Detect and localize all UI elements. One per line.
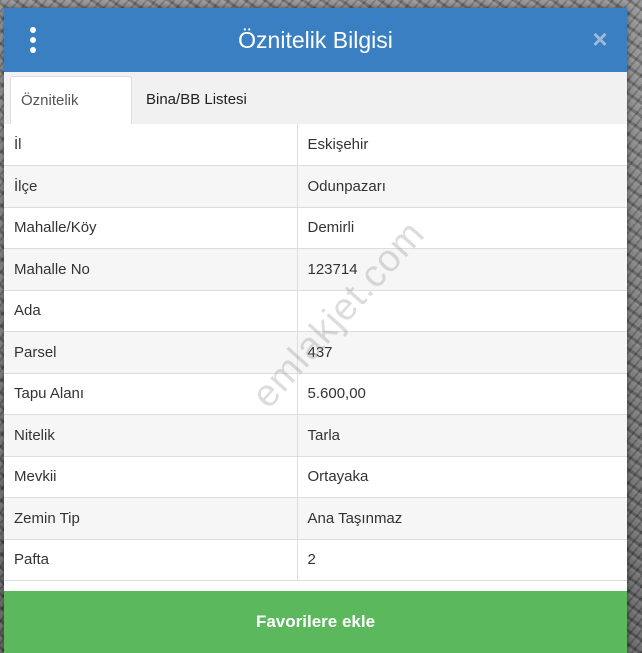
attribute-table: İl Eskişehir İlçe Odunpazarı Mahalle/Köy De… xyxy=(4,124,627,581)
attribute-key: Mahalle/Köy xyxy=(4,207,298,249)
add-to-favorites-button[interactable]: Favorilere ekle xyxy=(4,591,627,653)
attribute-key: Mahalle No xyxy=(4,248,298,291)
attribute-value: 2 xyxy=(297,539,627,581)
table-row: İl Eskişehir xyxy=(4,124,627,166)
attribute-key: İl xyxy=(4,124,298,166)
attribute-key: Pafta xyxy=(4,539,298,581)
tab-building-list[interactable]: Bina/BB Listesi xyxy=(136,76,257,124)
attribute-info-dialog: Öznitelik Bilgisi × Öznitelik Bilgisi Bi… xyxy=(4,8,627,653)
attribute-value: 437 xyxy=(297,331,627,374)
attribute-key: Nitelik xyxy=(4,414,298,457)
dialog-title: Öznitelik Bilgisi xyxy=(238,27,393,53)
table-row: Parsel 437 xyxy=(4,331,627,374)
attribute-key: İlçe xyxy=(4,165,298,208)
dialog-header: Öznitelik Bilgisi × xyxy=(4,8,627,72)
tab-attribute-info[interactable]: Öznitelik Bilgisi xyxy=(10,76,132,157)
table-row: Mevkii Ortayaka xyxy=(4,456,627,498)
table-row: İlçe Odunpazarı xyxy=(4,165,627,208)
attribute-value: 5.600,00 xyxy=(297,373,627,415)
table-row: Pafta 2 xyxy=(4,539,627,581)
attribute-key: Zemin Tip xyxy=(4,497,298,540)
attribute-key: Parsel xyxy=(4,331,298,374)
attribute-value xyxy=(297,290,627,332)
attribute-value: Demirli xyxy=(297,207,627,249)
attribute-key: Mevkii xyxy=(4,456,298,498)
table-row: Mahalle No 123714 xyxy=(4,248,627,291)
table-row: Ada xyxy=(4,290,627,332)
attribute-value: Tarla xyxy=(297,414,627,457)
attribute-key: Tapu Alanı xyxy=(4,373,298,415)
table-row: Mahalle/Köy Demirli xyxy=(4,207,627,249)
table-row: Tapu Alanı 5.600,00 xyxy=(4,373,627,415)
attribute-key: Ada xyxy=(4,290,298,332)
attribute-value: 123714 xyxy=(297,248,627,291)
attribute-value: Ortayaka xyxy=(297,456,627,498)
attribute-value: Eskişehir xyxy=(297,124,627,166)
tab-bar: Öznitelik Bilgisi Bina/BB Listesi xyxy=(4,72,627,157)
attribute-value: Odunpazarı xyxy=(297,165,627,208)
attribute-value: Ana Taşınmaz xyxy=(297,497,627,540)
table-row: Zemin Tip Ana Taşınmaz xyxy=(4,497,627,540)
close-icon[interactable]: × xyxy=(589,26,611,52)
table-row: Nitelik Tarla xyxy=(4,414,627,457)
